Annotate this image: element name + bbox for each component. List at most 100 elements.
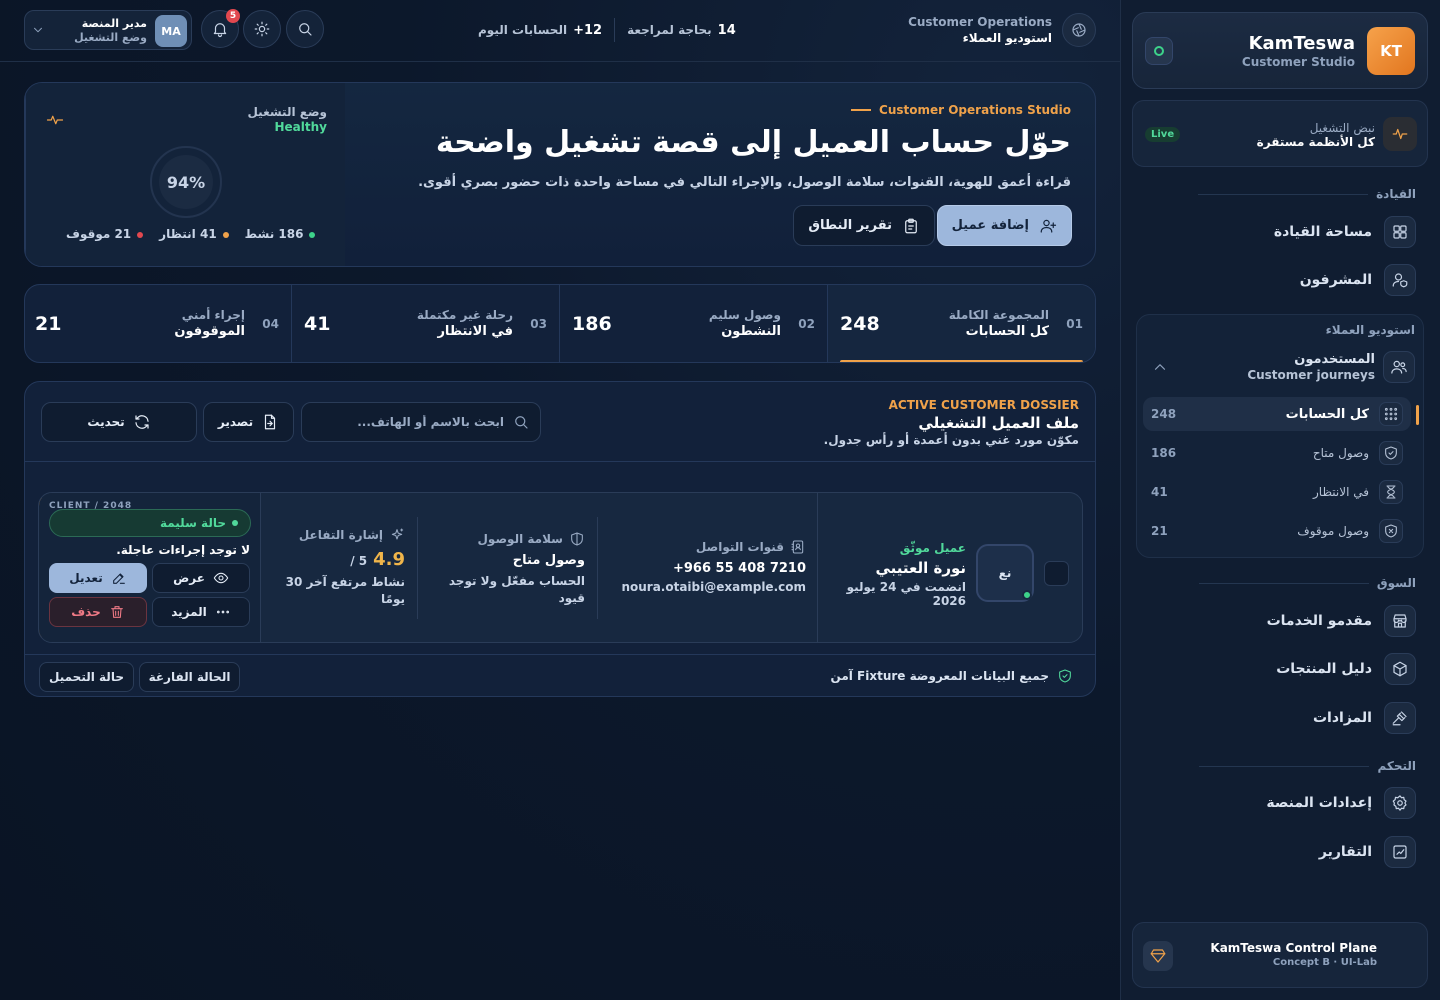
file-export-icon <box>265 414 276 430</box>
shield-icon <box>571 532 583 546</box>
add-customer-button[interactable]: إضافة عميل <box>936 205 1072 246</box>
nav-label: المشرفون <box>1299 272 1372 288</box>
clipboard-icon <box>905 218 917 233</box>
footer-sub: Concept B · UI-Lab <box>1272 957 1377 968</box>
stat-active[interactable]: 02 وصول سليم النشطون 186 <box>559 285 827 362</box>
dossier-header: ACTIVE CUSTOMER DOSSIER ملف العميل التشغ… <box>25 382 1095 462</box>
search-input[interactable] <box>324 415 504 429</box>
shield-x-icon <box>1379 519 1403 543</box>
dossier-eyebrow: ACTIVE CUSTOMER DOSSIER <box>888 398 1079 412</box>
notification-badge: 5 <box>226 9 240 23</box>
engagement-column: إشارة التفاعل 4.9 / 5 نشاط مرتفع آخر 30 … <box>263 517 418 619</box>
delete-button[interactable]: حذف <box>49 597 147 627</box>
user-role: مدير المنصة <box>81 17 147 30</box>
stat-label: الموقوفون <box>174 324 245 339</box>
eyebrow-text: Customer Operations Studio <box>879 103 1071 117</box>
sun-icon <box>254 21 270 37</box>
hero-desc: قراءة أعمق للهوية، القنوات، سلامة الوصول… <box>418 175 1071 190</box>
chevron-down-icon <box>31 23 45 37</box>
pill-label: حالة سليمة <box>159 516 226 530</box>
edit-button[interactable]: تعديل <box>49 563 147 593</box>
sub-count: 248 <box>1151 407 1177 421</box>
notifications-button[interactable]: 5 <box>201 9 240 48</box>
refresh-icon <box>135 415 149 429</box>
pulse-card: نبض التشغيل كل الأنظمة مستقرة Live <box>1132 100 1428 167</box>
users-group-header[interactable]: المستخدمون Customer journeys <box>1143 349 1415 385</box>
hourglass-icon <box>1379 480 1403 504</box>
workspace-switcher[interactable]: Customer Operations استوديو العملاء <box>908 12 1096 48</box>
button-label: تصدير <box>217 415 254 429</box>
theme-button[interactable] <box>243 10 281 48</box>
stat-pending[interactable]: 03 رحلة غير مكتملة في الانتظار 41 <box>291 285 559 362</box>
select-checkbox[interactable] <box>1044 561 1069 586</box>
workspace-sub: استوديو العملاء <box>962 31 1052 45</box>
toggle-dot-icon <box>1154 46 1164 56</box>
hero-eyebrow: Customer Operations Studio <box>851 103 1071 117</box>
section-market: السوق <box>1198 576 1416 590</box>
pulse-icon <box>1383 117 1417 151</box>
eye-icon <box>213 572 229 584</box>
contact-book-icon <box>791 540 804 554</box>
stat-num: 03 <box>530 317 547 331</box>
sub-access-available[interactable]: وصول متاح 186 <box>1143 436 1411 470</box>
customer-email[interactable]: noura.otaibi@example.com <box>621 580 806 594</box>
theme-toggle[interactable] <box>1145 37 1173 65</box>
customer-dossier: ACTIVE CUSTOMER DOSSIER ملف العميل التشغ… <box>24 381 1096 697</box>
section-title: القيادة <box>1376 187 1416 201</box>
avatar-initials: نع <box>998 566 1012 580</box>
topbar-kpis: 14 بحاجة لمراجعة 12+ الحسابات اليوم <box>478 18 736 42</box>
diamond-icon <box>1143 941 1173 971</box>
kpi-today-label: الحسابات اليوم <box>478 22 568 37</box>
view-button[interactable]: عرض <box>152 563 250 593</box>
dashboard-icon <box>1384 216 1416 248</box>
sub-label: كل الحسابات <box>1285 406 1369 422</box>
sidebar-footer: KamTeswa Control Plane Concept B · UI-La… <box>1132 922 1428 988</box>
nav-reports[interactable]: التقارير <box>1144 835 1416 869</box>
sub-access-suspended[interactable]: وصول موقوف 21 <box>1143 514 1411 548</box>
avatar: MA <box>155 15 187 47</box>
verified-badge: عميل موثّق <box>899 541 966 555</box>
nav-dashboard[interactable]: مساحة القيادة <box>1144 215 1416 249</box>
nav-label: دليل المنتجات <box>1276 661 1372 677</box>
sub-all-accounts[interactable]: كل الحسابات 248 <box>1143 397 1419 431</box>
user-menu[interactable]: MA مدير المنصة وضع التشغيل <box>24 10 192 50</box>
nav-platform-settings[interactable]: إعدادات المنصة <box>1144 786 1416 820</box>
customer-phone[interactable]: +966 55 408 7210 <box>673 561 806 576</box>
kpi-review-label: بحاجة لمراجعة <box>627 22 712 37</box>
button-label: حذف <box>71 605 101 619</box>
dossier-footer: جميع البيانات المعروضة Fixture آمن الحال… <box>25 654 1095 696</box>
section-leadership: القيادة <box>1198 187 1416 201</box>
nav-providers[interactable]: مقدمو الخدمات <box>1144 604 1416 638</box>
scope-report-button[interactable]: تقرير النطاق <box>793 205 935 246</box>
loading-state-button[interactable]: حالة التحميل <box>39 662 134 692</box>
search-box <box>301 402 541 442</box>
empty-state-button[interactable]: الحالة الفارغة <box>139 662 240 692</box>
legend-label: 21 موقوف <box>66 227 132 241</box>
customer-name: نورة العتيبي <box>875 559 966 577</box>
search-button[interactable] <box>286 10 324 48</box>
export-button[interactable]: تصدير <box>203 402 294 442</box>
stat-caption: رحلة غير مكتملة <box>416 308 513 322</box>
health-ring: 94% <box>150 146 222 218</box>
more-button[interactable]: المزيد <box>152 597 250 627</box>
column-title-text: سلامة الوصول <box>477 532 563 546</box>
stat-suspended[interactable]: 04 إجراء أمني الموقوفون 21 <box>25 285 291 362</box>
group-label: المستخدمون <box>1294 352 1375 367</box>
health-percent: 94% <box>159 155 213 209</box>
refresh-button[interactable]: تحديث <box>41 402 197 442</box>
column-title-text: قنوات التواصل <box>695 540 784 554</box>
nav-products[interactable]: دليل المنتجات <box>1144 652 1416 686</box>
stat-all-accounts[interactable]: 01 المجموعة الكاملة كل الحسابات 248 <box>827 285 1095 362</box>
engagement-score: 4.9 / 5 <box>350 549 405 570</box>
sub-pending[interactable]: في الانتظار 41 <box>1143 475 1411 509</box>
customer-joined: انضمت في 24 يوليو 2026 <box>846 580 966 608</box>
brand-logo: KT <box>1367 27 1415 75</box>
stat-label: في الانتظار <box>437 324 513 339</box>
nav-supervisors[interactable]: المشرفون <box>1144 263 1416 297</box>
button-label: تقرير النطاق <box>808 218 892 233</box>
brand-name: KamTeswa <box>1248 33 1355 54</box>
button-label: عرض <box>173 571 205 585</box>
topbar: Customer Operations استوديو العملاء 14 بح… <box>0 0 1120 62</box>
engagement-title: إشارة التفاعل <box>299 527 405 543</box>
nav-auctions[interactable]: المزادات <box>1144 701 1416 735</box>
